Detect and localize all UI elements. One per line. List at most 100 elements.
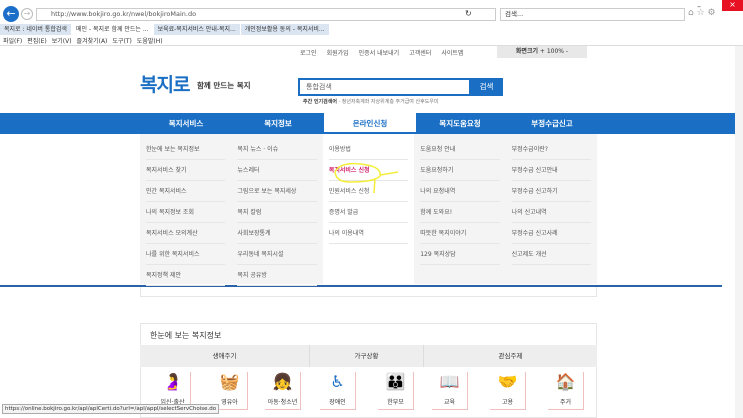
dropdown-item[interactable]: 이용방법 — [328, 139, 409, 160]
welfare-item-label: 주거 — [559, 399, 572, 406]
dropdown-item[interactable]: 복지 뉴스 · 이슈 — [237, 139, 317, 160]
dropdown-item[interactable]: 우리동네 복지시설 — [237, 244, 317, 265]
dropdown-menu: 한눈에 보는 복지정보 복지서비스 찾기 민간 복지서비스 나의 복지정보 조회 복지서… — [140, 134, 597, 286]
dropdown-item[interactable]: 증명서 발급 — [328, 202, 409, 223]
welfare-item[interactable]: 📖 교육 — [432, 372, 468, 410]
nav-fraud-report[interactable]: 부정수급신고 — [506, 113, 598, 134]
dropdown-item[interactable]: 신고제도 개선 — [511, 244, 592, 265]
welfare-item[interactable]: ♿ 장애인 — [320, 372, 356, 410]
welfare-item-icon: 🧺 — [219, 372, 240, 391]
dropdown-item[interactable]: 129 복지상담 — [420, 244, 500, 265]
menu-edit[interactable]: 편집(E) — [27, 36, 47, 45]
close-icon[interactable]: × — [722, 0, 743, 11]
forward-button[interactable]: → — [21, 8, 33, 20]
section-title: 한눈에 보는 복지정보 — [150, 331, 222, 340]
dropdown-item[interactable]: 나를 위한 복지서비스 — [146, 244, 226, 265]
browser-tab[interactable]: 복지로 : 네이버 통합검색 — [0, 24, 72, 35]
dropdown-item[interactable]: 도움요청하기 — [420, 160, 500, 181]
dropdown-item[interactable]: 도움요청 안내 — [420, 139, 500, 160]
dropdown-column: 도움요청 안내 도움요청하기 나의 요청내역 함께 도와요! 따뜻한 복지이야기 129 … — [414, 134, 505, 284]
welfare-item[interactable]: 👧 아동·청소년 — [265, 372, 301, 410]
welfare-item-icon: 📖 — [439, 372, 460, 391]
zoom-control[interactable]: 화면크기 + 100% - — [497, 46, 587, 58]
nav-welfare-info[interactable]: 복지정보 — [232, 113, 324, 134]
dropdown-column: 한눈에 보는 복지정보 복지서비스 찾기 민간 복지서비스 나의 복지정보 조회 복지서… — [140, 134, 231, 286]
logo[interactable]: 복지로 — [140, 70, 190, 97]
welfare-item[interactable]: 🏠 주거 — [548, 372, 584, 410]
back-button[interactable]: ← — [3, 6, 19, 22]
category-interest[interactable]: 관심주제 — [424, 345, 597, 367]
nav-help-request[interactable]: 복지도움요청 — [414, 113, 506, 134]
dropdown-item[interactable]: 함께 도와요! — [420, 202, 500, 223]
menu-help[interactable]: 도움말(H) — [137, 36, 163, 45]
dropdown-item[interactable]: 나의 복지정보 조회 — [146, 202, 226, 223]
scrollbar[interactable] — [735, 46, 743, 418]
welfare-item-label: 장애인 — [329, 399, 346, 406]
dropdown-item[interactable]: 부정수급 신고사례 — [511, 223, 592, 244]
dropdown-item[interactable]: 부정수급 신고하기 — [511, 181, 592, 202]
notice-card — [140, 287, 597, 297]
dropdown-item[interactable]: 나의 이용내역 — [328, 223, 409, 244]
popular-list[interactable]: · 청년저축계좌 자상위계층 주거급여 산후도우미 — [339, 99, 439, 105]
tab-strip: 복지로 : 네이버 통합검색 메인 - 복지로 함께 만드는 ... 보육료-복… — [0, 24, 330, 35]
category-header: 생애주기 가구상황 관심주제 — [140, 345, 597, 367]
dropdown-item[interactable]: 부정수급 신고안내 — [511, 160, 592, 181]
welfare-item-label: 고용 — [501, 399, 514, 406]
menu-view[interactable]: 보기(V) — [52, 36, 72, 45]
address-bar[interactable]: http://www.bokjiro.go.kr/nwel/bokjiroMai… — [36, 8, 496, 21]
signup-link[interactable]: 회원가입 — [327, 48, 349, 57]
dropdown-item[interactable]: 민간 복지서비스 — [146, 181, 226, 202]
login-link[interactable]: 로그인 — [300, 48, 317, 57]
customer-center-link[interactable]: 고객센터 — [409, 48, 431, 57]
nav-welfare-service[interactable]: 복지서비스 — [140, 113, 232, 134]
cert-export-link[interactable]: 인증서 내보내기 — [359, 48, 400, 57]
search-button[interactable]: 검색 — [470, 78, 503, 96]
dropdown-item[interactable]: 뉴스레터 — [237, 160, 317, 181]
browser-search[interactable]: 검색... — [500, 8, 685, 21]
dropdown-item[interactable]: 부정수급이란? — [511, 139, 592, 160]
popular-keywords: 주간 인기검색어 · 청년저축계좌 자상위계층 주거급여 산후도우미 — [303, 98, 439, 105]
home-icon[interactable]: ⌂ ☆ ⚙ — [688, 8, 716, 18]
category-household[interactable]: 가구상황 — [310, 345, 424, 367]
dropdown-item[interactable]: 복지서비스 모의계산 — [146, 223, 226, 244]
minimize-icon[interactable]: – — [697, 2, 701, 11]
welfare-item-label: 아동·청소년 — [267, 399, 298, 406]
search-input[interactable]: 통합검색 — [298, 78, 471, 96]
dropdown-item[interactable]: 복지 칼럼 — [237, 202, 317, 223]
zoom-value[interactable]: + 100% - — [540, 48, 568, 55]
browser-tab[interactable]: 개인정보활용 동의 - 복지서비... — [240, 24, 330, 35]
welfare-item-icon: 🤝 — [497, 372, 518, 391]
menu-bar: 파일(F) 편집(E) 보기(V) 즐겨찾기(A) 도구(T) 도움말(H) — [3, 36, 163, 45]
welfare-item-icon: 👪 — [385, 372, 406, 391]
dropdown-item[interactable]: 복지 공유방 — [237, 265, 317, 286]
welfare-item-icon: 🏠 — [555, 372, 576, 391]
dropdown-item[interactable]: 나의 요청내역 — [420, 181, 500, 202]
slogan: 함께 만드는 복지 — [197, 81, 251, 90]
main-nav: 복지서비스 복지정보 온라인신청 복지도움요청 부정수급신고 — [0, 113, 743, 134]
browser-tab[interactable]: 보육료-복지서비스 안내-복지... — [153, 24, 241, 35]
welfare-item-icon: 🤰 — [162, 372, 183, 391]
dropdown-item[interactable]: 그림으로 보는 복지세상 — [237, 181, 317, 202]
sitemap-link[interactable]: 사이트맵 — [441, 48, 463, 57]
category-lifecycle[interactable]: 생애주기 — [140, 345, 310, 367]
welfare-item-icon: ♿ — [330, 372, 345, 391]
nav-online-apply[interactable]: 온라인신청 — [324, 113, 416, 134]
welfare-item-label: 교육 — [443, 399, 456, 406]
browser-chrome: ← → http://www.bokjiro.go.kr/nwel/bokjir… — [0, 0, 743, 46]
dropdown-item[interactable]: 나의 신고내역 — [511, 202, 592, 223]
welfare-item[interactable]: 👪 한부모 — [378, 372, 414, 410]
dropdown-item[interactable]: 따뜻한 복지이야기 — [420, 223, 500, 244]
dropdown-item[interactable]: 복지정책 제안 — [146, 265, 226, 286]
dropdown-column: 복지 뉴스 · 이슈 뉴스레터 그림으로 보는 복지세상 복지 칼럼 사회보장통계 우리동… — [231, 134, 322, 286]
welfare-item-label: 한부모 — [387, 399, 404, 406]
menu-favorites[interactable]: 즐겨찾기(A) — [77, 36, 108, 45]
dropdown-item[interactable]: 사회보장통계 — [237, 223, 317, 244]
menu-file[interactable]: 파일(F) — [3, 36, 22, 45]
dropdown-item[interactable]: 한눈에 보는 복지정보 — [146, 139, 226, 160]
refresh-icon[interactable]: ↻ — [465, 9, 472, 18]
browser-tab-active[interactable]: 메인 - 복지로 함께 만드는 ... — [71, 24, 154, 35]
dropdown-item[interactable]: 복지서비스 찾기 — [146, 160, 226, 181]
welfare-item[interactable]: 🤝 고용 — [490, 372, 526, 410]
highlight-annotation — [334, 162, 399, 194]
menu-tools[interactable]: 도구(T) — [112, 36, 131, 45]
